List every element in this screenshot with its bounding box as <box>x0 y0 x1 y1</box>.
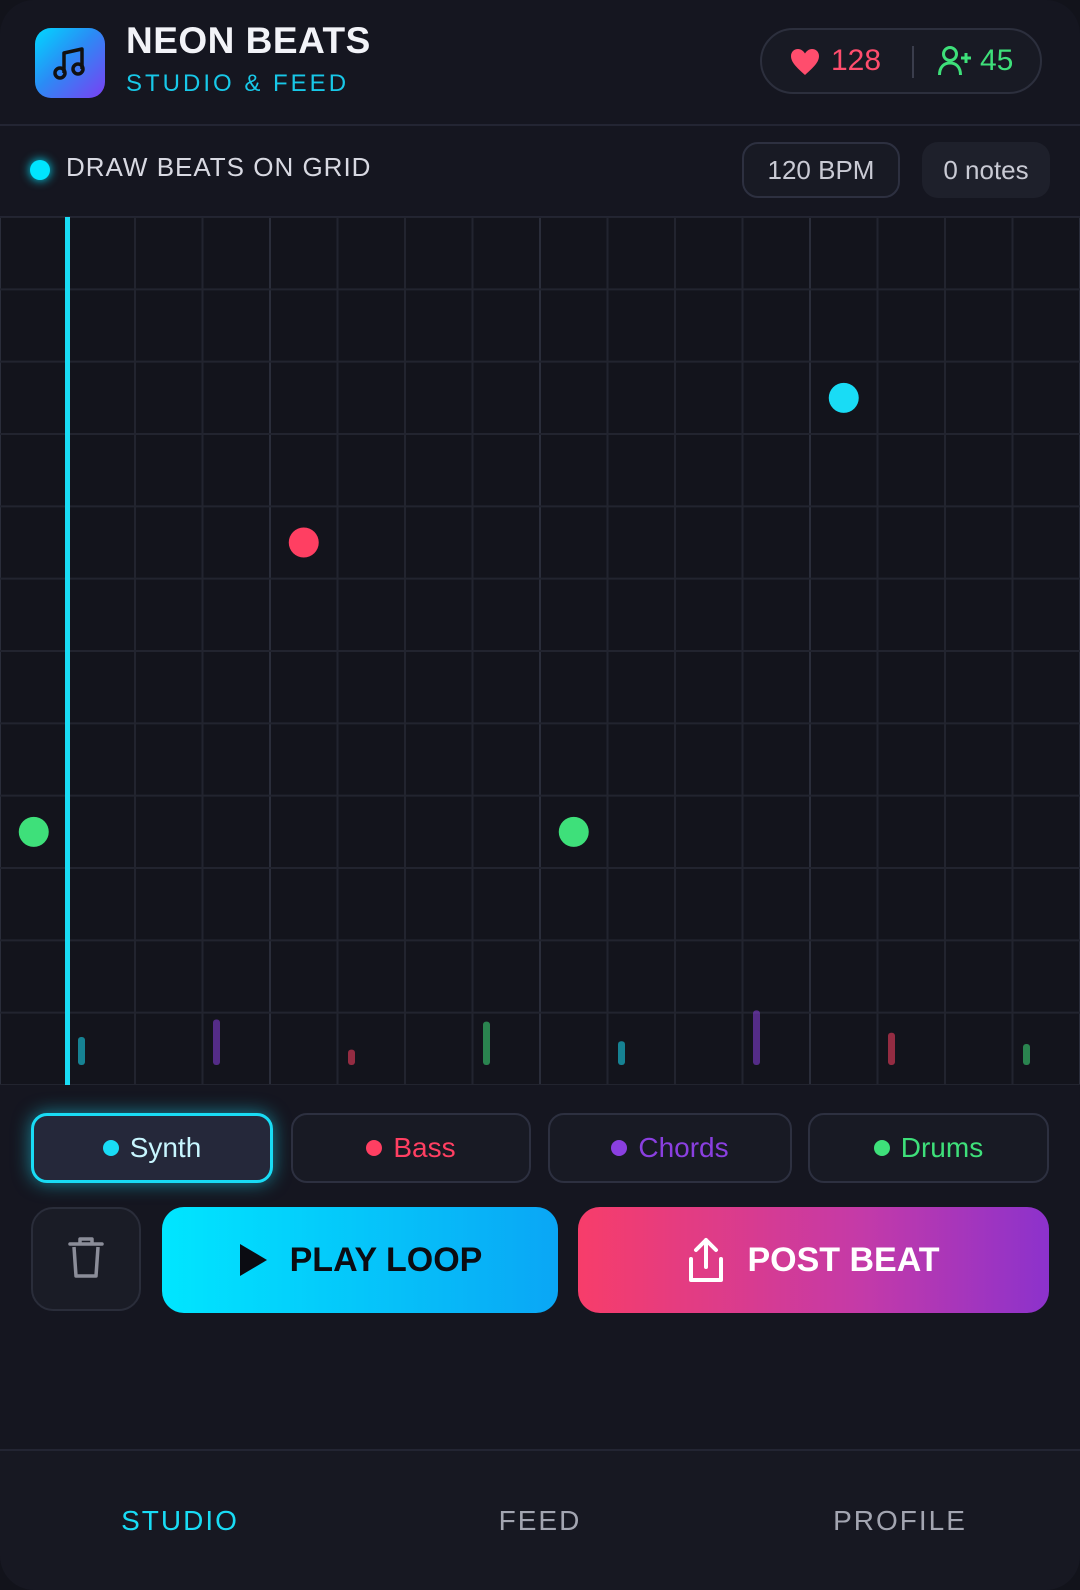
beat-grid[interactable] <box>0 217 1080 1085</box>
music-note-icon <box>35 28 105 98</box>
beat-note-drums[interactable] <box>558 816 589 847</box>
level-meter-bar <box>1023 1044 1030 1065</box>
bpm-badge[interactable]: 120 BPM <box>742 142 900 198</box>
post-beat-button[interactable]: POST BEAT <box>578 1207 1049 1313</box>
trash-icon <box>66 1235 106 1284</box>
instrument-chip-drums[interactable]: Drums <box>808 1113 1049 1183</box>
nav-tab-studio[interactable]: STUDIO <box>0 1505 360 1537</box>
stats-divider <box>912 46 914 78</box>
post-beat-label: POST BEAT <box>747 1240 940 1279</box>
level-meter-bar <box>483 1021 490 1065</box>
synth-color-dot <box>102 1140 119 1156</box>
playhead-line <box>65 217 70 1085</box>
instrument-label: Chords <box>638 1132 729 1163</box>
app-title: NEON BEATS <box>126 20 371 61</box>
followers-count: 45 <box>980 44 1014 77</box>
level-meter-bar <box>753 1010 760 1065</box>
header: NEON BEATS STUDIO & FEED 128 45 <box>0 0 1080 126</box>
clear-button[interactable] <box>31 1207 141 1311</box>
app-window: NEON BEATS STUDIO & FEED 128 45 DRAW BEA… <box>0 0 1080 1590</box>
instruction-text: DRAW BEATS ON GRID <box>66 152 372 182</box>
bass-color-dot <box>366 1140 383 1156</box>
toolbar: DRAW BEATS ON GRID 120 BPM 0 notes <box>0 124 1080 218</box>
level-meter-bar <box>213 1019 220 1065</box>
heart-icon[interactable] <box>790 48 820 81</box>
drums-color-dot <box>873 1140 890 1156</box>
beat-note-bass[interactable] <box>288 527 319 558</box>
level-meter-bar <box>78 1037 85 1065</box>
bottom-nav: STUDIO FEED PROFILE <box>0 1449 1080 1590</box>
instrument-label: Bass <box>393 1132 456 1163</box>
notes-count-badge: 0 notes <box>922 142 1050 198</box>
chords-color-dot <box>611 1140 628 1156</box>
play-icon <box>238 1243 268 1277</box>
level-meter-bar <box>348 1049 355 1065</box>
level-meter-bar <box>888 1032 895 1065</box>
beat-note-drums[interactable] <box>18 816 49 847</box>
instrument-label: Drums <box>900 1132 984 1163</box>
beat-note-synth[interactable] <box>828 382 859 413</box>
instrument-chip-synth[interactable]: Synth <box>31 1113 273 1183</box>
instrument-label: Synth <box>129 1132 202 1163</box>
level-meter-bar <box>618 1041 625 1065</box>
active-instrument-dot <box>30 160 50 180</box>
add-user-icon[interactable] <box>938 45 972 82</box>
nav-tab-profile[interactable]: PROFILE <box>720 1505 1080 1537</box>
play-loop-label: PLAY LOOP <box>289 1240 483 1279</box>
play-loop-button[interactable]: PLAY LOOP <box>162 1207 558 1313</box>
instrument-chip-chords[interactable]: Chords <box>548 1113 792 1183</box>
beat-grid-canvas[interactable] <box>0 217 1080 1085</box>
likes-count: 128 <box>831 44 882 77</box>
app-subtitle: STUDIO & FEED <box>126 70 350 97</box>
instrument-chip-bass[interactable]: Bass <box>291 1113 531 1183</box>
instrument-selector: Synth Bass Chords Drums <box>0 1085 1080 1195</box>
stats-pill: 128 45 <box>760 28 1042 94</box>
nav-tab-feed[interactable]: FEED <box>360 1505 720 1537</box>
share-upload-icon <box>687 1237 725 1283</box>
